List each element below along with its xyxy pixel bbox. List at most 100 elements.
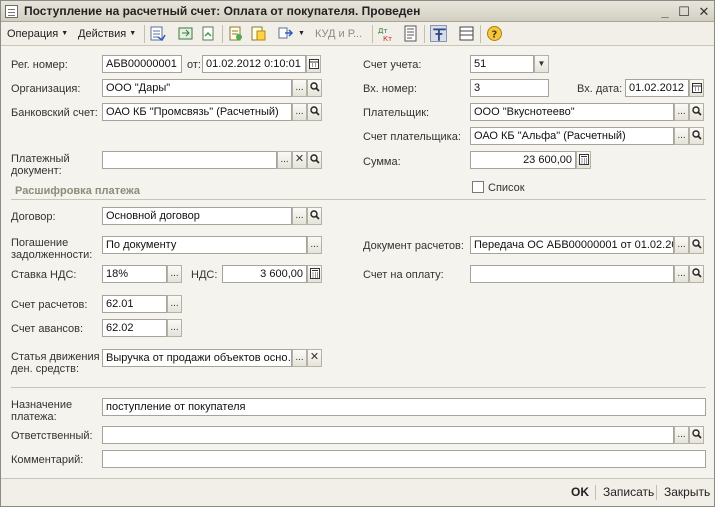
incoming-date-calendar-button[interactable] xyxy=(689,79,704,97)
calendar-button[interactable] xyxy=(306,55,321,73)
calculator-icon xyxy=(578,154,589,165)
settlement-account-select-button[interactable]: ... xyxy=(167,295,182,313)
toolbar-separator xyxy=(424,25,425,43)
vat-rate-label: Ставка НДС: xyxy=(11,269,77,281)
payer-open-button[interactable] xyxy=(689,103,704,121)
settlement-doc-field[interactable]: Передача ОС АБВ00000001 от 01.02.20… xyxy=(470,236,674,254)
list-checkbox[interactable] xyxy=(472,181,484,193)
cash-flow-field[interactable]: Выручка от продажи объектов осно… xyxy=(102,349,292,367)
vat-field[interactable]: 3 600,00 xyxy=(222,265,307,283)
payer-account-select-button[interactable]: ... xyxy=(674,127,689,145)
copy-document-icon[interactable] xyxy=(200,25,217,42)
payer-field[interactable]: ООО "Вкуснотеево" xyxy=(470,103,674,121)
payment-doc-field[interactable] xyxy=(102,151,277,169)
account-dropdown-button[interactable]: ▼ xyxy=(534,55,549,73)
operation-menu-label: Операция xyxy=(7,28,59,40)
payer-account-open-button[interactable] xyxy=(689,127,704,145)
search-icon xyxy=(691,268,702,278)
invoice-select-button[interactable]: ... xyxy=(674,265,689,283)
new-document-icon[interactable] xyxy=(227,25,244,42)
payment-doc-open-button[interactable] xyxy=(307,151,322,169)
vat-calculator-button[interactable] xyxy=(307,265,322,283)
debt-repayment-field[interactable]: По документу xyxy=(102,236,307,254)
invoice-open-button[interactable] xyxy=(689,265,704,283)
payer-account-field[interactable]: ОАО КБ "Альфа" (Расчетный) xyxy=(470,127,674,145)
save-button[interactable]: Записать xyxy=(603,485,654,499)
operation-menu[interactable]: Операция ▼ xyxy=(7,26,68,42)
invoice-field[interactable] xyxy=(470,265,674,283)
organization-field[interactable]: ООО "Дары" xyxy=(102,79,292,97)
actions-menu-label: Действия xyxy=(78,28,127,40)
payment-doc-select-button[interactable]: ... xyxy=(277,151,292,169)
chevron-down-icon: ▼ xyxy=(129,30,137,37)
bank-account-open-button[interactable] xyxy=(307,103,322,121)
contract-field[interactable]: Основной договор xyxy=(102,207,292,225)
vat-rate-field[interactable]: 18% xyxy=(102,265,167,283)
reg-number-field[interactable]: АБВ00000001 xyxy=(102,55,182,73)
document-history-icon[interactable] xyxy=(250,25,267,42)
payment-doc-clear-button[interactable]: ✕ xyxy=(292,151,307,169)
cash-flow-clear-button[interactable]: ✕ xyxy=(307,349,322,367)
comment-label: Комментарий: xyxy=(11,454,84,466)
reg-number-label: Рег. номер: xyxy=(11,59,68,71)
date-field[interactable]: 01.02.2012 0:10:01 xyxy=(202,55,306,73)
organization-select-button[interactable]: ... xyxy=(292,79,307,97)
purpose-field[interactable]: поступление от покупателя xyxy=(102,398,706,416)
calculator-button[interactable] xyxy=(576,151,591,169)
actions-menu[interactable]: Действия ▼ xyxy=(78,26,136,42)
cash-flow-select-button[interactable]: ... xyxy=(292,349,307,367)
search-icon xyxy=(691,239,702,249)
account-field[interactable]: 51 xyxy=(470,55,534,73)
calendar-icon xyxy=(308,59,319,69)
ok-button[interactable]: OK xyxy=(571,485,589,499)
settlement-doc-select-button[interactable]: ... xyxy=(674,236,689,254)
debit-credit-icon[interactable]: Дт Кт xyxy=(377,25,394,42)
structure-icon[interactable] xyxy=(430,25,447,42)
advance-account-field[interactable]: 62.02 xyxy=(102,319,167,337)
close-button[interactable]: ✕ xyxy=(696,4,712,19)
bank-account-field[interactable]: ОАО КБ "Промсвязь" (Расчетный) xyxy=(102,103,292,121)
payer-select-button[interactable]: ... xyxy=(674,103,689,121)
document-window: Поступление на расчетный счет: Оплата от… xyxy=(0,0,715,507)
incoming-date-field[interactable]: 01.02.2012 xyxy=(625,79,689,97)
vat-rate-select-button[interactable]: ... xyxy=(167,265,182,283)
sum-label: Сумма: xyxy=(363,156,401,168)
settlement-account-field[interactable]: 62.01 xyxy=(102,295,167,313)
organization-open-button[interactable] xyxy=(307,79,322,97)
responsible-field[interactable] xyxy=(102,426,674,444)
account-label: Счет учета: xyxy=(363,59,422,71)
minimize-button[interactable]: _ xyxy=(657,4,673,19)
search-icon xyxy=(691,106,702,116)
organization-label: Организация: xyxy=(11,83,81,95)
contract-select-button[interactable]: ... xyxy=(292,207,307,225)
go-to-icon[interactable] xyxy=(277,25,294,42)
debt-repayment-select-button[interactable]: ... xyxy=(307,236,322,254)
contract-open-button[interactable] xyxy=(307,207,322,225)
help-icon[interactable]: ? xyxy=(486,25,503,42)
cash-flow-label: Статья движения ден. средств: xyxy=(11,351,100,375)
go-to-menu-arrow[interactable]: ▼ xyxy=(295,26,305,42)
maximize-button[interactable]: ☐ xyxy=(676,4,692,19)
responsible-select-button[interactable]: ... xyxy=(674,426,689,444)
kud-button[interactable]: КУД и Р... xyxy=(315,26,362,42)
chevron-down-icon: ▼ xyxy=(298,30,305,37)
responsible-open-button[interactable] xyxy=(689,426,704,444)
post-and-close-icon[interactable] xyxy=(149,25,166,42)
chevron-down-icon: ▼ xyxy=(537,59,546,68)
clear-icon: ✕ xyxy=(309,351,320,363)
settlement-doc-open-button[interactable] xyxy=(689,236,704,254)
bottom-button-bar: OK Записать Закрыть xyxy=(1,478,714,506)
list-settings-icon[interactable] xyxy=(458,25,475,42)
close-form-button[interactable]: Закрыть xyxy=(664,485,710,499)
print-form-icon[interactable] xyxy=(402,25,419,42)
incoming-number-field[interactable]: 3 xyxy=(470,79,549,97)
toolbar-separator xyxy=(222,25,223,43)
sum-field[interactable]: 23 600,00 xyxy=(470,151,576,169)
refresh-icon[interactable] xyxy=(177,25,194,42)
advance-account-select-button[interactable]: ... xyxy=(167,319,182,337)
incoming-date-label: Вх. дата: xyxy=(577,83,623,95)
bank-account-select-button[interactable]: ... xyxy=(292,103,307,121)
comment-field[interactable] xyxy=(102,450,706,468)
svg-text:Дт: Дт xyxy=(378,27,388,35)
search-icon xyxy=(309,106,320,116)
